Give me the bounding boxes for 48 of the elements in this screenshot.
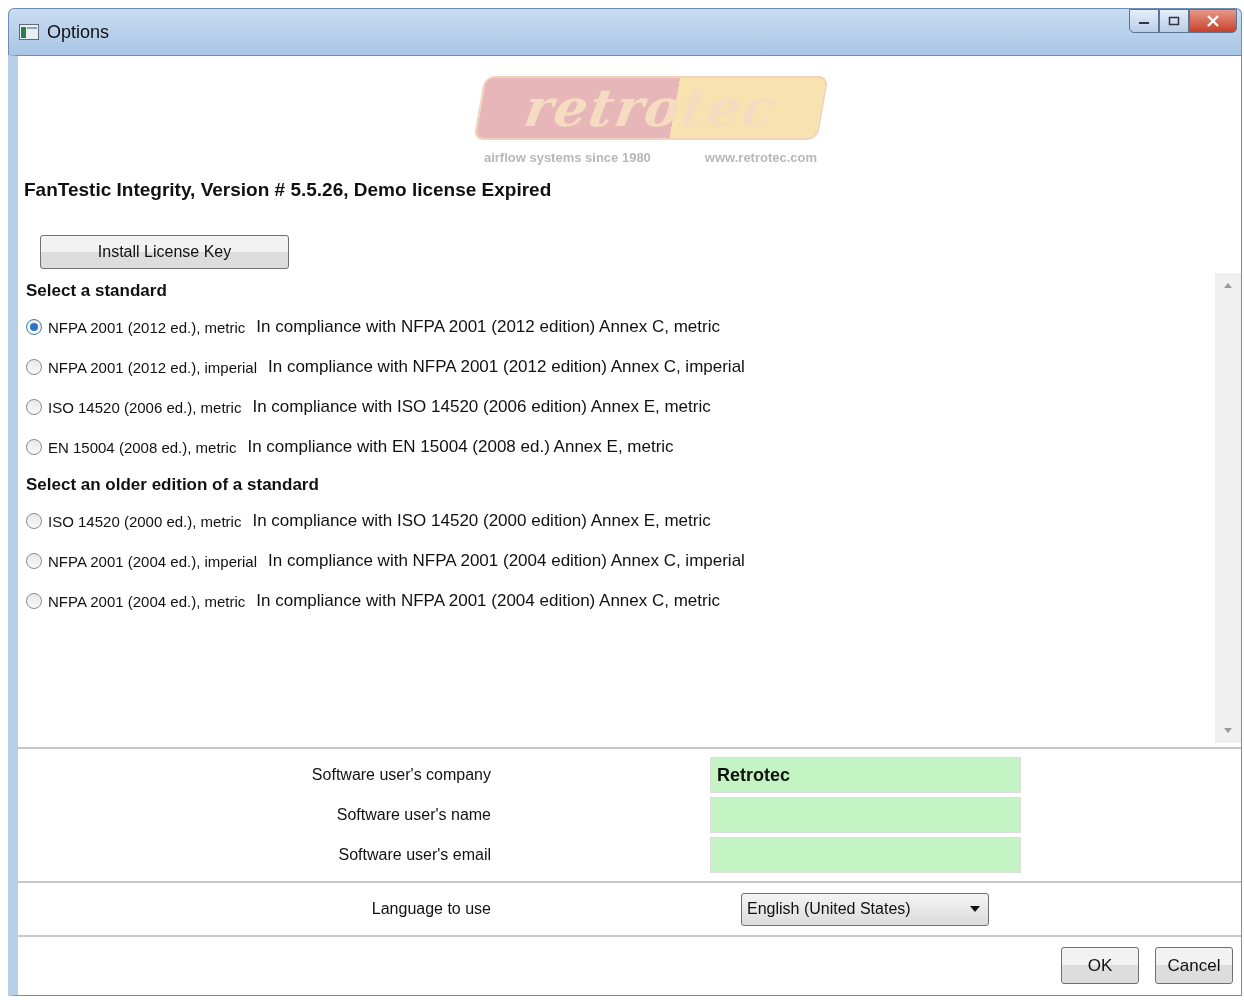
option-label[interactable]: ISO 14520 (2000 ed.), metric	[48, 512, 242, 530]
close-button[interactable]	[1189, 9, 1237, 33]
language-dropdown[interactable]: English (United States)	[741, 892, 989, 926]
scrollbar[interactable]	[1215, 273, 1241, 743]
field-label: Software user's email	[337, 846, 491, 864]
maximize-button[interactable]	[1159, 9, 1189, 33]
field-label: Software user's name	[335, 806, 491, 824]
radio-button[interactable]	[26, 593, 42, 609]
radio-button[interactable]	[26, 553, 42, 569]
maximize-icon	[1168, 16, 1180, 26]
scroll-down-icon[interactable]	[1224, 728, 1232, 733]
version-heading: FanTestic Integrity, Version # 5.5.26, Demo license Expired	[24, 179, 553, 201]
option-description: In compliance with NFPA 2001 (2012 edition) Annex C, imperial	[268, 357, 745, 377]
field-label: Software user's company	[310, 766, 491, 784]
scroll-up-icon[interactable]	[1224, 283, 1232, 288]
input-field[interactable]	[710, 797, 1021, 833]
option-description: In compliance with EN 15004 (2008 ed.) Annex E, metric	[247, 437, 674, 457]
option-description: In compliance with NFPA 2001 (2004 edition) Annex C, metric	[256, 591, 720, 611]
option-label[interactable]: NFPA 2001 (2004 ed.), imperial	[48, 552, 257, 570]
option-description: In compliance with NFPA 2001 (2012 edition) Annex C, metric	[256, 317, 720, 337]
option-description: In compliance with ISO 14520 (2000 edition) Annex E, metric	[252, 511, 711, 531]
group-title: Select an older edition of a standard	[26, 474, 320, 496]
option-description: In compliance with NFPA 2001 (2004 edition) Annex C, imperial	[268, 551, 745, 571]
radio-button[interactable]	[26, 439, 42, 455]
logo-tagline: airflow systems since 1980	[483, 150, 651, 165]
radio-button[interactable]	[26, 513, 42, 529]
dialog-button[interactable]: OK	[1061, 947, 1139, 984]
option-label[interactable]: EN 15004 (2008 ed.), metric	[48, 438, 237, 456]
dialog-button[interactable]: Cancel	[1155, 947, 1233, 984]
logo-url: www.retrotec.com	[704, 150, 818, 165]
radio-button[interactable]	[26, 359, 42, 375]
option-description: In compliance with ISO 14520 (2006 edition) Annex E, metric	[252, 397, 711, 417]
option-label[interactable]: NFPA 2001 (2004 ed.), metric	[48, 592, 246, 610]
radio-button[interactable]	[26, 319, 42, 335]
input-field[interactable]	[710, 837, 1021, 873]
input-field[interactable]: Retrotec	[710, 757, 1021, 793]
option-label[interactable]: NFPA 2001 (2012 ed.), imperial	[48, 358, 257, 376]
app-icon	[19, 24, 39, 40]
dropdown-caret-icon	[970, 906, 980, 912]
field-label: Language to use	[370, 900, 491, 918]
group-title: Select a standard	[26, 280, 168, 302]
radio-button[interactable]	[26, 399, 42, 415]
install-license-button[interactable]: Install License Key	[40, 235, 289, 269]
option-label[interactable]: ISO 14520 (2006 ed.), metric	[48, 398, 242, 416]
close-icon	[1206, 15, 1220, 27]
option-label[interactable]: NFPA 2001 (2012 ed.), metric	[48, 318, 246, 336]
minimize-button[interactable]	[1129, 9, 1159, 33]
window-title: Options	[47, 21, 110, 43]
